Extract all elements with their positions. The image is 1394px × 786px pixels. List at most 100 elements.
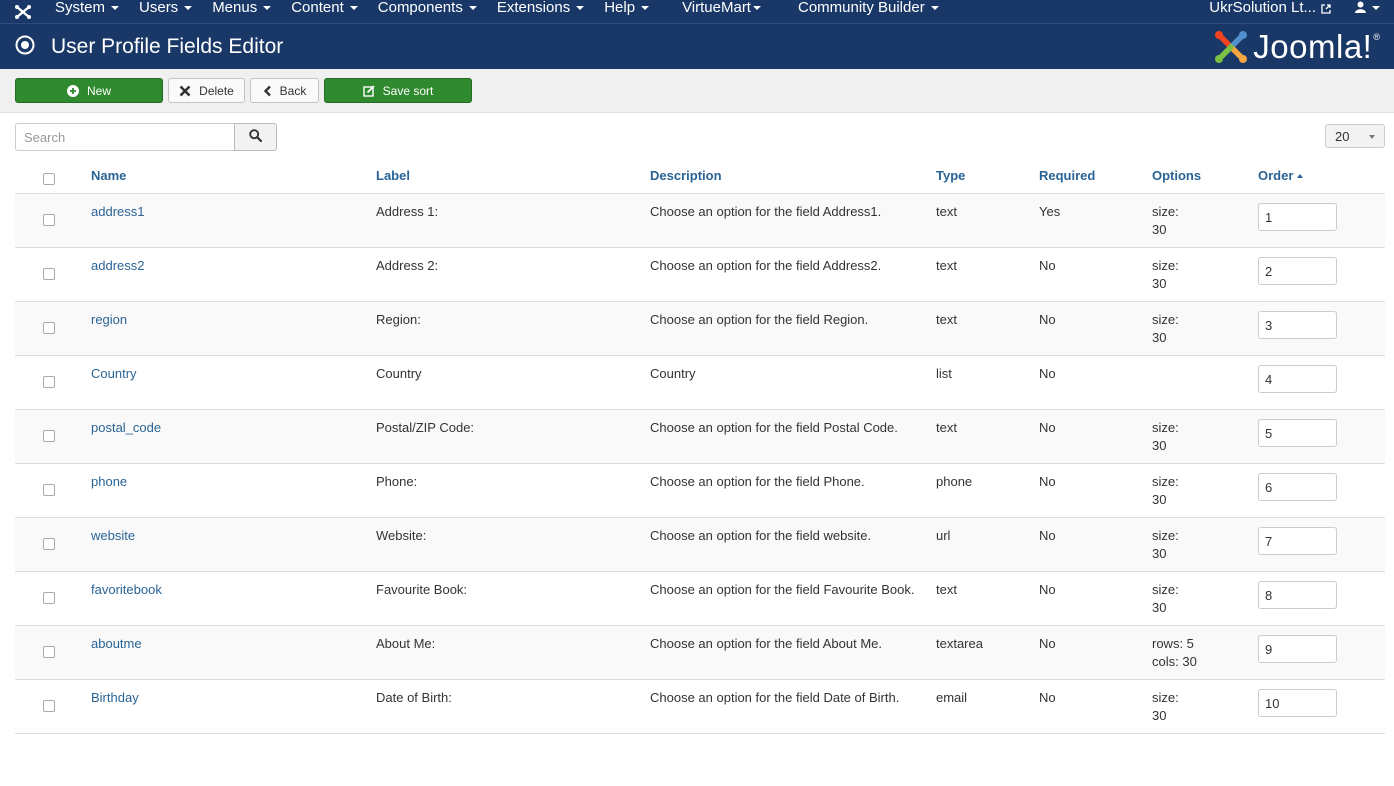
header-description[interactable]: Description <box>650 168 722 183</box>
field-options-line1: size: <box>1152 204 1179 219</box>
field-type: email <box>936 690 968 705</box>
field-label: Website: <box>376 528 427 543</box>
joomla-menu-icon[interactable] <box>0 0 46 23</box>
caret-down-icon <box>184 6 193 10</box>
field-name-link[interactable]: Birthday <box>91 689 139 707</box>
field-description: Choose an option for the field Favourite… <box>650 582 915 597</box>
row-checkbox[interactable] <box>43 214 55 226</box>
header-name[interactable]: Name <box>91 168 126 183</box>
field-type: text <box>936 204 957 219</box>
field-label: Address 1: <box>376 204 439 219</box>
back-button[interactable]: Back <box>250 78 319 103</box>
user-icon <box>1355 1 1366 16</box>
caret-down-icon <box>111 6 120 10</box>
order-input[interactable] <box>1258 689 1337 717</box>
nav-menu-help[interactable]: Help <box>595 0 661 23</box>
field-label: Region: <box>376 312 421 327</box>
header-options[interactable]: Options <box>1152 168 1201 183</box>
field-required: No <box>1039 366 1056 381</box>
field-label: Phone: <box>376 474 418 489</box>
order-input[interactable] <box>1258 311 1337 339</box>
nav-menu-users[interactable]: Users <box>130 0 203 23</box>
row-checkbox[interactable] <box>43 484 55 496</box>
caret-down-icon <box>641 6 650 10</box>
nav-menu-virtuemart[interactable]: VirtueMart <box>661 0 789 23</box>
new-button[interactable]: New <box>15 78 163 103</box>
row-checkbox[interactable] <box>43 646 55 658</box>
header-type[interactable]: Type <box>936 168 965 183</box>
joomla-logo-icon <box>1215 31 1248 63</box>
table-row: postal_code Postal/ZIP Code: Choose an opt… <box>15 410 1385 464</box>
new-button-label: New <box>86 83 111 98</box>
select-all-checkbox[interactable] <box>43 173 55 185</box>
order-input[interactable] <box>1258 365 1337 393</box>
nav-menu-label: Components <box>377 0 463 16</box>
nav-menu-label: Help <box>604 0 636 16</box>
row-checkbox[interactable] <box>43 700 55 712</box>
row-checkbox[interactable] <box>43 430 55 442</box>
field-name-link[interactable]: phone <box>91 473 127 491</box>
target-icon <box>15 35 35 55</box>
field-label: Date of Birth: <box>376 690 452 705</box>
order-input[interactable] <box>1258 635 1337 663</box>
order-input[interactable] <box>1258 581 1337 609</box>
row-checkbox[interactable] <box>43 538 55 550</box>
field-type: textarea <box>936 636 983 651</box>
nav-menu-label: Menus <box>212 0 258 16</box>
caret-down-icon <box>263 6 272 10</box>
field-label: Country <box>376 366 422 381</box>
header-required[interactable]: Required <box>1039 168 1095 183</box>
edit-icon <box>362 84 375 97</box>
field-options-line1: size: <box>1152 528 1179 543</box>
field-label: About Me: <box>376 636 436 651</box>
row-checkbox[interactable] <box>43 592 55 604</box>
header-label[interactable]: Label <box>376 168 410 183</box>
field-name-link[interactable]: address2 <box>91 257 144 275</box>
row-checkbox[interactable] <box>43 268 55 280</box>
field-description: Choose an option for the field About Me. <box>650 636 882 651</box>
field-options-line2: cols: 30 <box>1152 654 1197 669</box>
delete-button[interactable]: Delete <box>168 78 245 103</box>
nav-menu-components[interactable]: Components <box>369 0 488 23</box>
order-input[interactable] <box>1258 257 1337 285</box>
times-icon <box>179 85 191 97</box>
table-row: phone Phone: Choose an option for the fiel… <box>15 464 1385 518</box>
field-label: Address 2: <box>376 258 439 273</box>
list-limit-select[interactable]: 20 <box>1325 124 1385 148</box>
field-type: text <box>936 258 957 273</box>
order-input[interactable] <box>1258 473 1337 501</box>
save-sort-button[interactable]: Save sort <box>324 78 472 103</box>
table-header: Name Label Description Type Required Opt… <box>15 158 1385 194</box>
field-label: Favourite Book: <box>376 582 468 597</box>
field-name-link[interactable]: favoritebook <box>91 581 162 599</box>
field-name-link[interactable]: aboutme <box>91 635 142 653</box>
order-input[interactable] <box>1258 527 1337 555</box>
order-input[interactable] <box>1258 203 1337 231</box>
user-menu[interactable] <box>1345 0 1394 23</box>
field-name-link[interactable]: website <box>91 527 135 545</box>
nav-menu-community-builder[interactable]: Community Builder <box>789 0 950 23</box>
nav-menu-extensions[interactable]: Extensions <box>488 0 595 23</box>
table-row: aboutme About Me: Choose an option for the… <box>15 626 1385 680</box>
joomla-wordmark: Joomla! <box>1253 28 1373 65</box>
search-icon <box>249 129 263 145</box>
header-order[interactable]: Order <box>1258 168 1304 183</box>
nav-menu-system[interactable]: System <box>46 0 130 23</box>
row-checkbox[interactable] <box>43 322 55 334</box>
delete-button-label: Delete <box>199 83 234 98</box>
order-input[interactable] <box>1258 419 1337 447</box>
field-name-link[interactable]: address1 <box>91 203 144 221</box>
search-button[interactable] <box>234 123 277 151</box>
chevron-left-icon <box>263 85 272 97</box>
field-name-link[interactable]: postal_code <box>91 419 161 437</box>
search-input[interactable] <box>15 123 235 151</box>
nav-menu-content[interactable]: Content <box>282 0 369 23</box>
field-name-link[interactable]: region <box>91 311 127 329</box>
site-link[interactable]: UkrSolution Lt... <box>1200 0 1345 23</box>
field-name-link[interactable]: Country <box>91 365 137 383</box>
field-required: No <box>1039 636 1056 651</box>
field-required: No <box>1039 258 1056 273</box>
nav-menu-menus[interactable]: Menus <box>203 0 282 23</box>
row-checkbox[interactable] <box>43 376 55 388</box>
field-required: No <box>1039 528 1056 543</box>
